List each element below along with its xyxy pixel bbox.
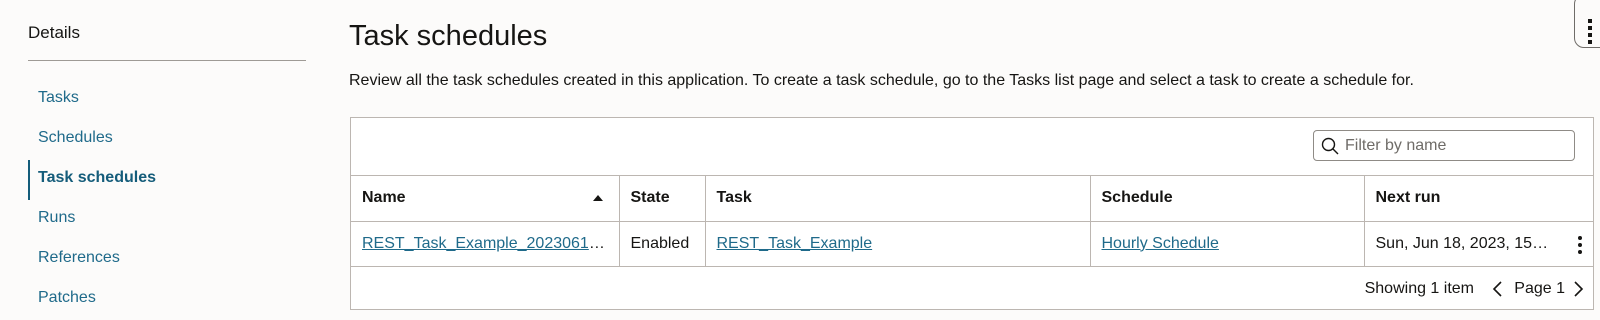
page-indicator: Page 1 [1514, 279, 1565, 297]
sidebar-item-runs[interactable]: Runs [28, 200, 306, 240]
task-schedules-table: Name State Task Schedule Next run REST_T… [350, 117, 1594, 310]
schedule-link[interactable]: Hourly Schedule [1102, 235, 1219, 252]
column-header-task[interactable]: Task [705, 176, 1091, 222]
chevron-left-icon[interactable] [1489, 280, 1507, 298]
table-row: REST_Task_Example_20230618… Enabled REST… [351, 221, 1593, 267]
column-header-label: Name [362, 189, 406, 207]
sort-ascending-icon[interactable] [592, 195, 603, 201]
page-description: Review all the task schedules created in… [349, 72, 1414, 89]
sidebar-item-tasks[interactable]: Tasks [28, 80, 306, 120]
sidebar-item-references[interactable]: References [28, 240, 306, 280]
task-link[interactable]: REST_Task_Example [717, 235, 873, 252]
sidebar-divider [28, 60, 306, 61]
sidebar-item-patches[interactable]: Patches [28, 280, 306, 320]
cell-task: REST_Task_Example [705, 221, 1091, 267]
column-header-next-run[interactable]: Next run [1364, 176, 1593, 222]
task-schedule-name-link[interactable]: REST_Task_Example_20230618… [362, 235, 614, 252]
column-header-schedule[interactable]: Schedule [1090, 176, 1365, 222]
page-title: Task schedules [349, 20, 548, 52]
cell-state: Enabled [619, 221, 706, 267]
main-content: Task schedules Review all the task sched… [349, 0, 1600, 320]
floating-widget[interactable] [1574, 0, 1600, 48]
cell-next-run: Sun, Jun 18, 2023, 15… [1364, 221, 1593, 267]
item-count: Showing 1 item [1364, 279, 1474, 297]
table-footer: Showing 1 item Page 1 [351, 267, 1593, 311]
filter-input[interactable] [1345, 131, 1565, 160]
table-toolbar [351, 118, 1593, 176]
kebab-menu-icon[interactable] [1577, 235, 1583, 254]
sidebar-nav: Tasks Schedules Task schedules Runs Refe… [28, 80, 306, 320]
schedules-table: Name State Task Schedule Next run REST_T… [351, 176, 1593, 267]
filter-box[interactable] [1313, 130, 1575, 161]
sidebar-item-schedules[interactable]: Schedules [28, 120, 306, 160]
search-icon [1321, 137, 1339, 155]
next-run-value: Sun, Jun 18, 2023, 15… [1375, 234, 1549, 252]
chevron-right-icon[interactable] [1569, 280, 1587, 298]
cell-name: REST_Task_Example_20230618… [351, 221, 620, 267]
table-header-row: Name State Task Schedule Next run [351, 176, 1593, 222]
grid-icon [1588, 19, 1598, 44]
sidebar-item-task-schedules[interactable]: Task schedules [28, 160, 306, 200]
column-header-name[interactable]: Name [351, 176, 620, 222]
cell-schedule: Hourly Schedule [1090, 221, 1365, 267]
column-header-state[interactable]: State [619, 176, 706, 222]
sidebar-heading: Details [28, 23, 80, 42]
